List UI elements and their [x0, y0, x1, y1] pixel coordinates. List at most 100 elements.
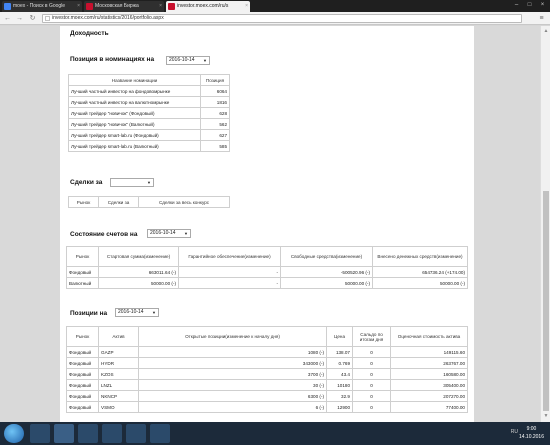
moex-icon: [86, 3, 93, 10]
scrollbar-thumb[interactable]: [543, 191, 549, 411]
balance-cell: 0: [352, 346, 391, 358]
market-cell: Валютный: [66, 277, 99, 289]
nomination-name: Лучший трейдер "новичок" (Валютный): [68, 118, 201, 130]
market-cell: Фондовый: [66, 401, 99, 413]
nomination-name: Лучший частный инвестор на валютномрынке: [68, 96, 201, 108]
column-header: Название номинации: [68, 74, 201, 86]
chevron-down-icon: ▼: [184, 231, 188, 236]
column-header: Сделки за: [98, 196, 139, 208]
free-funds-cell: 50000.00 (-): [280, 277, 373, 289]
clock-time: 9:00: [526, 426, 537, 432]
positions-date-select[interactable]: 2016-10-14 ▼: [115, 308, 159, 317]
column-header: Актив: [98, 326, 139, 347]
selected-date: 2016-10-14: [169, 57, 195, 63]
page-info-icon: [45, 16, 50, 21]
language-indicator[interactable]: RU: [511, 429, 518, 435]
nomination-position: 628: [200, 107, 230, 119]
moex-icon: [168, 3, 175, 10]
reload-icon[interactable]: ↻: [28, 14, 37, 23]
tab-investor-moex[interactable]: investor.moex.com/ru/s ×: [166, 1, 250, 12]
open-position-cell: 6300 (-): [138, 390, 327, 402]
value-cell: 305400.00: [390, 379, 468, 391]
column-header: Оценочная стоимость актива: [390, 326, 468, 347]
column-header: Рынок: [66, 326, 99, 347]
close-icon[interactable]: ×: [245, 1, 248, 12]
menu-icon[interactable]: ≡: [537, 14, 546, 23]
nomination-name: Лучший трейдер smart-lab.ru (Валютный): [68, 140, 201, 152]
minimize-button[interactable]: –: [510, 0, 523, 10]
column-header: Гарантийное обеспечение(изменение): [178, 246, 281, 267]
accounts-title: Состояние счетов на: [70, 231, 138, 238]
nomination-name: Лучший трейдер smart-lab.ru (Фондовый): [68, 129, 201, 141]
column-header: Сделки за весь конкурс: [138, 196, 230, 208]
table-row: Лучший частный инвестор на валютномрынке…: [68, 96, 230, 108]
tab-title: Московская Биржа: [95, 3, 139, 9]
column-header: Рынок: [66, 246, 99, 267]
close-icon[interactable]: ×: [77, 1, 80, 12]
tab-moex-main[interactable]: Московская Биржа ×: [84, 1, 164, 12]
value-cell: 207270.00: [390, 390, 468, 402]
page-viewport: Доходность Позиция в номинациях на 2016-…: [0, 26, 540, 422]
start-button[interactable]: [4, 424, 24, 443]
column-header: Рынок: [68, 196, 99, 208]
maximize-button[interactable]: □: [523, 0, 536, 10]
open-position-cell: 6 (-): [138, 401, 327, 413]
asset-cell: LNZL: [98, 379, 139, 391]
internet-explorer-icon[interactable]: [30, 424, 50, 443]
deposited-cell: 50000.00 (-): [372, 277, 468, 289]
windows-taskbar: RU 9:00 14.10.2016: [0, 422, 550, 445]
balance-cell: 0: [352, 368, 391, 380]
selected-date: 2016-10-14: [118, 309, 144, 315]
nominations-title: Позиция в номинациях на: [70, 56, 155, 63]
nomination-position: 6064: [200, 85, 230, 97]
scroll-down-icon[interactable]: ▼: [542, 412, 550, 420]
positions-table: Рынок Актив Открытые позиции(изменение к…: [66, 326, 468, 413]
market-cell: Фондовый: [66, 368, 99, 380]
nomination-position: 562: [200, 118, 230, 130]
yandex-browser-icon[interactable]: [78, 424, 98, 443]
utorrent-icon[interactable]: [102, 424, 122, 443]
url-text: investor.moex.com/ru/statistics/2016/por…: [52, 15, 164, 21]
value-cell: 263767.00: [390, 357, 468, 369]
app-icon[interactable]: [150, 424, 170, 443]
close-window-button[interactable]: ×: [536, 0, 549, 10]
nominations-date-select[interactable]: 2016-10-14 ▼: [166, 56, 210, 65]
deals-table: Рынок Сделки за Сделки за весь конкурс: [68, 196, 230, 208]
browser-tab-strip: moex - Поиск в Google × Московская Биржа…: [0, 0, 550, 12]
asset-cell: GAZP: [98, 346, 139, 358]
forward-icon[interactable]: →: [15, 14, 24, 23]
close-icon[interactable]: ×: [159, 1, 162, 12]
balance-cell: 0: [352, 357, 391, 369]
column-header: Сальдо по итогам дня: [352, 326, 391, 347]
chrome-icon[interactable]: [54, 424, 74, 443]
tab-google-search[interactable]: moex - Поиск в Google ×: [2, 1, 82, 12]
system-clock[interactable]: 9:00 14.10.2016: [519, 425, 544, 441]
nomination-name: Лучший частный инвестор на фондовомрынке: [68, 85, 201, 97]
page-content: Доходность Позиция в номинациях на 2016-…: [60, 26, 474, 422]
table-header-row: Рынок Стартовая сумма(изменение) Гаранти…: [66, 246, 468, 267]
asset-cell: HYDR: [98, 357, 139, 369]
accounts-date-select[interactable]: 2016-10-14 ▼: [147, 229, 191, 238]
price-cell: 138.07: [326, 346, 353, 358]
google-icon: [4, 3, 11, 10]
address-bar[interactable]: investor.moex.com/ru/statistics/2016/por…: [42, 14, 522, 23]
table-row: Лучший трейдер "новичок" (Валютный) 562: [68, 118, 230, 130]
table-row: Фондовый 663011.64 (-) - -500520.96 (-) …: [66, 266, 468, 278]
nomination-position: 585: [200, 140, 230, 152]
scroll-up-icon[interactable]: ▲: [542, 27, 550, 35]
price-cell: 43.4: [326, 368, 353, 380]
vertical-scrollbar[interactable]: ▲ ▼: [540, 26, 550, 422]
selected-date: 2016-10-14: [150, 230, 176, 236]
free-funds-cell: -500520.96 (-): [280, 266, 373, 278]
balance-cell: 0: [352, 390, 391, 402]
balance-cell: 0: [352, 401, 391, 413]
app-icon[interactable]: [126, 424, 146, 443]
chevron-down-icon: ▼: [203, 58, 207, 63]
deals-period-select[interactable]: ▼: [110, 178, 154, 187]
price-cell: 32.9: [326, 390, 353, 402]
table-row: Фондовый GAZP 1080 (-) 138.07 0 149115.6…: [66, 346, 468, 358]
back-icon[interactable]: ←: [3, 14, 12, 23]
chevron-down-icon: ▼: [147, 180, 151, 185]
table-row: Лучший трейдер smart-lab.ru (Фондовый) 62…: [68, 129, 230, 141]
open-position-cell: 3700 (-): [138, 368, 327, 380]
